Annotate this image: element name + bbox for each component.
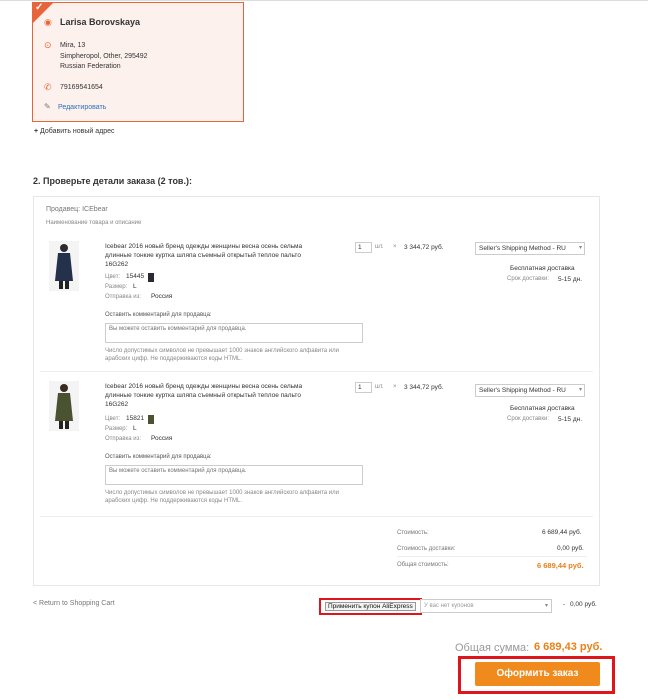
quantity-input[interactable]: 1 [355,242,372,253]
size-label: Размер: [105,426,128,432]
total-cost-label: Общая стоимость: [397,562,449,568]
coupon-highlight: Применить купон AliExpress [319,598,422,615]
pencil-icon: ✎ [44,102,51,111]
free-shipping-label: Бесплатная доставка [510,265,575,272]
chevron-down-icon: ▾ [544,603,548,609]
address-country: Russian Federation [60,63,121,70]
shipping-method-value: Seller's Shipping Method - RU [479,245,566,252]
size-label: Размер: [105,284,128,290]
delivery-time-value: 5-15 дн. [558,416,583,423]
product-title[interactable]: Icebear 2016 новый бренд одежды женщины … [105,382,320,409]
ship-from-label: Отправка из: [105,294,142,300]
item-divider [40,371,593,372]
unit-price: 3 344,72 руб. [404,244,444,251]
shipping-cost-value: 0,00 руб. [557,545,584,552]
coupon-minus-sign: - [563,601,566,608]
coupon-select-value: У вас нет купонов [424,603,474,609]
address-street: Mira, 13 [60,42,86,49]
apply-coupon-button[interactable]: Применить купон AliExpress [325,602,416,611]
color-value: 15821 [126,415,145,422]
location-pin-icon: ⊙ [44,40,52,50]
unit-label: шт. [375,384,384,390]
edit-address-link[interactable]: Редактировать [58,104,106,111]
color-value: 15445 [126,273,145,280]
summary-inner-divider [397,556,587,557]
column-header: Наименование товара и описание [46,220,142,226]
cost-value: 6 689,44 руб. [542,529,582,536]
seller-label[interactable]: Продавец: ICEbear [46,206,108,213]
chevron-down-icon: ▾ [578,245,582,251]
size-value: L [133,425,137,432]
times-sign: × [393,384,397,390]
shipping-method-select[interactable]: Seller's Shipping Method - RU ▾ [475,242,585,255]
ship-from-value: Россия [151,293,173,300]
comment-label: Оставить комментарий для продавца: [105,312,212,318]
product-image[interactable] [49,241,79,291]
times-sign: × [393,244,397,250]
color-swatch [148,415,154,424]
product-image[interactable] [49,381,79,431]
shipping-method-value: Seller's Shipping Method - RU [479,387,566,394]
address-card[interactable]: ✓ ◉ Larisa Borovskaya ⊙ Mira, 13 Simpher… [32,2,244,122]
shipping-cost-label: Стоимость доставки: [397,546,456,552]
total-cost-value: 6 689,44 руб. [537,561,584,570]
delivery-time-label: Срок доставки: [507,416,549,422]
free-shipping-label: Бесплатная доставка [510,405,575,412]
add-address-label: Добавить новый адрес [40,128,115,135]
address-city: Simpheropol, Other, 295492 [60,53,148,60]
summary-divider [40,516,593,517]
person-icon: ◉ [44,17,52,27]
color-label: Цвет: [105,274,121,280]
grand-total-label: Общая сумма: [455,642,530,654]
unit-label: шт. [375,244,384,250]
coupon-select[interactable]: У вас нет купонов ▾ [420,599,552,613]
color-swatch [148,273,154,282]
unit-price: 3 344,72 руб. [404,384,444,391]
coupon-discount-amount: 0,00 руб. [570,601,597,608]
color-label: Цвет: [105,416,121,422]
grand-total-value: 6 689,43 руб. [534,641,603,653]
cost-label: Стоимость: [397,530,429,536]
quantity-input[interactable]: 1 [355,382,372,393]
seller-comment-input[interactable] [105,465,363,485]
comment-hint: Число допустимых символов не превышает 1… [105,490,339,504]
comment-hint: Число допустимых символов не превышает 1… [105,348,339,362]
top-divider [0,0,648,1]
add-address-link[interactable]: + Добавить новый адрес [34,128,115,135]
section-title: 2. Проверьте детали заказа (2 тов.): [33,176,192,186]
delivery-time-label: Срок доставки: [507,276,549,282]
phone-icon: ✆ [44,82,52,92]
return-to-cart-link[interactable]: < Return to Shopping Cart [33,600,115,607]
ship-from-label: Отправка из: [105,436,142,442]
size-value: L [133,283,137,290]
product-title[interactable]: Icebear 2016 новый бренд одежды женщины … [105,242,320,269]
shipping-method-select[interactable]: Seller's Shipping Method - RU ▾ [475,384,585,397]
place-order-button[interactable]: Оформить заказ [475,662,600,686]
address-phone: 79169541654 [60,84,103,91]
comment-label: Оставить комментарий для продавца: [105,454,212,460]
chevron-down-icon: ▾ [578,387,582,393]
plus-icon: + [34,128,39,135]
delivery-time-value: 5-15 дн. [558,276,583,283]
ship-from-value: Россия [151,435,173,442]
checkmark-icon: ✓ [35,2,44,13]
seller-comment-input[interactable] [105,323,363,343]
recipient-name: Larisa Borovskaya [60,17,141,27]
